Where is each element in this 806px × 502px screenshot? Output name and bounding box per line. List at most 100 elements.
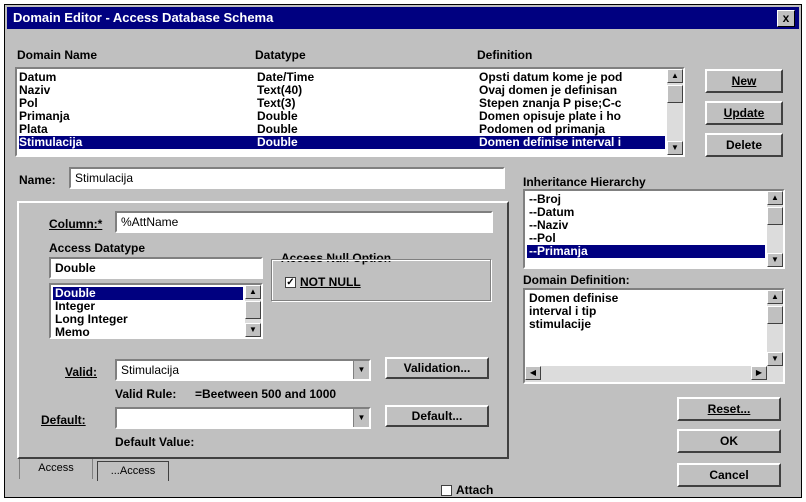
column-input[interactable]: %AttName bbox=[115, 211, 493, 233]
domain-grid-scrollbar[interactable]: ▲ ▼ bbox=[667, 69, 683, 155]
table-row[interactable]: Primanja Double Domen opisuje plate i ho bbox=[19, 110, 665, 123]
update-button[interactable]: Update bbox=[705, 101, 783, 125]
table-cell-def: Podomen od primanja bbox=[479, 123, 606, 136]
definition-vscrollbar[interactable]: ▲ ▼ bbox=[767, 290, 783, 366]
column-label-text: Column:* bbox=[49, 217, 103, 231]
table-row[interactable]: Pol Text(3) Stepen znanja P pise;C-c bbox=[19, 97, 665, 110]
access-datatype-list[interactable]: Double Integer Long Integer Memo ▲ ▼ bbox=[49, 283, 263, 339]
valid-rule-value: =Beetween 500 and 1000 bbox=[195, 387, 337, 401]
scroll-up-icon[interactable]: ▲ bbox=[667, 69, 683, 83]
table-cell-type: Double bbox=[257, 110, 298, 123]
table-cell-name: Datum bbox=[19, 71, 57, 84]
table-cell-def: Domen definise interval i bbox=[479, 136, 622, 149]
table-cell-name: Stimulacija bbox=[19, 136, 83, 149]
table-cell-def: Opsti datum kome je pod bbox=[479, 71, 623, 84]
scroll-down-icon[interactable]: ▼ bbox=[667, 141, 683, 155]
table-cell-name: Primanja bbox=[19, 110, 70, 123]
chevron-down-icon[interactable]: ▼ bbox=[353, 361, 369, 379]
valid-value: Stimulacija bbox=[121, 363, 180, 377]
default-label-text: Default: bbox=[41, 413, 86, 427]
datatype-scrollbar[interactable]: ▲ ▼ bbox=[245, 285, 261, 337]
valid-label: Valid: bbox=[65, 365, 97, 379]
table-cell-type: Double bbox=[257, 136, 298, 149]
scroll-thumb[interactable] bbox=[767, 306, 783, 324]
table-row[interactable]: Stimulacija Double Domen definise interval… bbox=[19, 136, 665, 149]
list-item[interactable]: Memo bbox=[53, 326, 243, 338]
scroll-down-icon[interactable]: ▼ bbox=[767, 253, 783, 267]
domain-definition-textarea[interactable]: Domen definise interval i tip stimulacije … bbox=[523, 288, 785, 384]
list-item[interactable]: --Naziv bbox=[527, 219, 765, 232]
table-cell-type: Double bbox=[257, 123, 298, 136]
table-cell-name: Naziv bbox=[19, 84, 51, 97]
column-label: Column:* bbox=[49, 217, 102, 231]
new-button[interactable]: New bbox=[705, 69, 783, 93]
scroll-thumb[interactable] bbox=[767, 207, 783, 225]
name-label: Name: bbox=[19, 173, 56, 187]
scroll-up-icon[interactable]: ▲ bbox=[245, 285, 261, 299]
delete-button[interactable]: Delete bbox=[705, 133, 783, 157]
inheritance-list[interactable]: --Broj --Datum --Naziv --Pol --Primanja ▲ ▼ bbox=[523, 189, 785, 269]
update-button-label: Update bbox=[723, 106, 765, 120]
table-cell-type: Text(3) bbox=[257, 97, 296, 110]
definition-hscrollbar[interactable]: ◀ ▶ bbox=[525, 366, 783, 382]
valid-combo[interactable]: Stimulacija ▼ bbox=[115, 359, 371, 381]
default-combo[interactable]: ▼ bbox=[115, 407, 371, 429]
inheritance-hierarchy-label: Inheritance Hierarchy bbox=[523, 175, 646, 189]
domain-editor-window: Domain Editor - Access Database Schema x… bbox=[4, 4, 802, 498]
title-bar[interactable]: Domain Editor - Access Database Schema x bbox=[7, 7, 799, 29]
scroll-thumb[interactable] bbox=[245, 301, 261, 319]
checkbox-icon bbox=[441, 485, 452, 497]
not-null-checkbox[interactable]: ✓ NOT NULL bbox=[285, 275, 361, 289]
definition-line: stimulacije bbox=[529, 317, 592, 331]
scroll-up-icon[interactable]: ▲ bbox=[767, 290, 783, 304]
not-null-label: NOT NULL bbox=[300, 275, 361, 289]
table-cell-def: Stepen znanja P pise;C-c bbox=[479, 97, 622, 110]
default-button[interactable]: Default... bbox=[385, 405, 489, 427]
column-header-domain-name[interactable]: Domain Name bbox=[17, 48, 97, 62]
table-row[interactable]: Datum Date/Time Opsti datum kome je pod bbox=[19, 71, 665, 84]
access-datatype-input[interactable]: Double bbox=[49, 257, 263, 279]
table-cell-name: Pol bbox=[19, 97, 38, 110]
table-cell-type: Text(40) bbox=[257, 84, 303, 97]
name-input[interactable]: Stimulacija bbox=[69, 167, 505, 189]
attach-checkbox[interactable]: Attach bbox=[441, 483, 493, 497]
validation-button[interactable]: Validation... bbox=[385, 357, 489, 379]
scroll-up-icon[interactable]: ▲ bbox=[767, 191, 783, 205]
check-icon: ✓ bbox=[285, 277, 296, 289]
access-tab-panel: Column:* %AttName Access Datatype Double… bbox=[17, 201, 509, 459]
column-header-definition[interactable]: Definition bbox=[477, 48, 532, 62]
valid-rule-label: Valid Rule: bbox=[115, 387, 177, 401]
cancel-button[interactable]: Cancel bbox=[677, 463, 781, 487]
table-cell-type: Date/Time bbox=[257, 71, 315, 84]
window-title: Domain Editor - Access Database Schema bbox=[13, 10, 274, 25]
scroll-down-icon[interactable]: ▼ bbox=[767, 352, 783, 366]
table-row[interactable]: Plata Double Podomen od primanja bbox=[19, 123, 665, 136]
domain-grid[interactable]: Datum Date/Time Opsti datum kome je pod Naz… bbox=[15, 67, 685, 157]
close-icon[interactable]: x bbox=[777, 10, 795, 27]
cancel-button-label: Cancel bbox=[709, 468, 749, 482]
table-row[interactable]: Naziv Text(40) Ovaj domen je definisan bbox=[19, 84, 665, 97]
valid-label-text: Valid: bbox=[65, 365, 98, 379]
default-value-label: Default Value: bbox=[115, 435, 195, 449]
ok-button[interactable]: OK bbox=[677, 429, 781, 453]
table-cell-def: Ovaj domen je definisan bbox=[479, 84, 618, 97]
tab-ellipsis-access[interactable]: ...Access bbox=[97, 461, 169, 481]
scroll-down-icon[interactable]: ▼ bbox=[245, 323, 261, 337]
delete-button-label: Delete bbox=[725, 138, 763, 152]
column-header-datatype[interactable]: Datatype bbox=[255, 48, 306, 62]
access-datatype-label: Access Datatype bbox=[49, 241, 146, 255]
scroll-left-icon[interactable]: ◀ bbox=[525, 366, 541, 380]
inheritance-scrollbar[interactable]: ▲ ▼ bbox=[767, 191, 783, 267]
table-cell-name: Plata bbox=[19, 123, 48, 136]
default-label: Default: bbox=[41, 413, 86, 427]
list-item[interactable]: --Primanja bbox=[527, 245, 765, 258]
scroll-thumb[interactable] bbox=[667, 85, 683, 103]
tab-access[interactable]: Access bbox=[19, 459, 93, 479]
new-button-label: New bbox=[731, 74, 757, 88]
domain-definition-label: Domain Definition: bbox=[523, 273, 630, 287]
chevron-down-icon[interactable]: ▼ bbox=[353, 409, 369, 427]
table-cell-def: Domen opisuje plate i ho bbox=[479, 110, 622, 123]
scroll-right-icon[interactable]: ▶ bbox=[751, 366, 767, 380]
attach-label: Attach bbox=[456, 483, 494, 497]
reset-button[interactable]: Reset... bbox=[677, 397, 781, 421]
